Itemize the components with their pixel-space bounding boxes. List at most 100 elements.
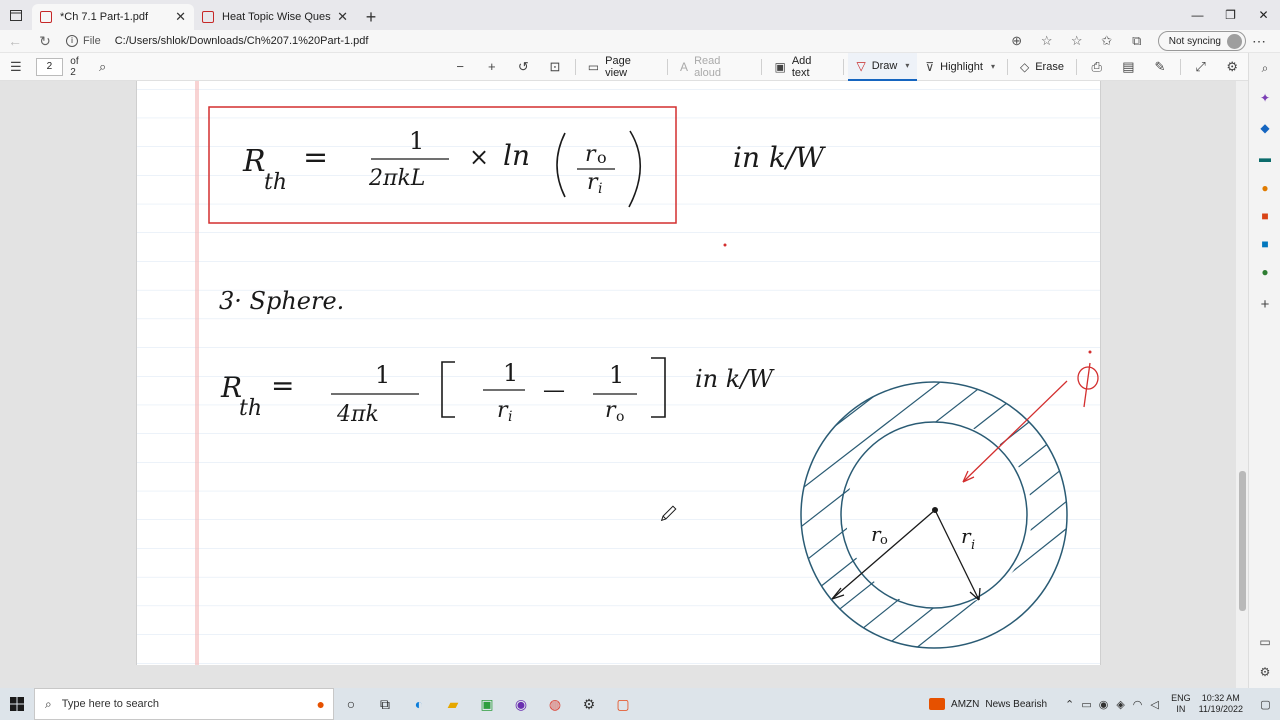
more-menu-icon[interactable]: ⋯	[1246, 33, 1272, 50]
fullscreen-icon[interactable]: ⤢	[1185, 59, 1217, 75]
back-icon[interactable]: ←	[0, 33, 30, 49]
url-field[interactable]: i File C:/Users/shlok/Downloads/Ch%207.1…	[66, 35, 368, 47]
collections-icon[interactable]: ⧉	[1122, 33, 1152, 49]
tab-actions-icon[interactable]	[0, 0, 32, 30]
refresh-icon[interactable]: ↻	[30, 33, 60, 50]
favorites-icon[interactable]: ✩	[1092, 33, 1122, 49]
vertical-scrollbar[interactable]	[1236, 81, 1248, 688]
info-icon[interactable]: i	[66, 35, 78, 47]
close-icon[interactable]: ✕	[337, 9, 348, 25]
find-icon[interactable]: ⌕	[87, 59, 119, 75]
speaker-icon[interactable]: ◁	[1146, 698, 1163, 711]
settings-icon[interactable]: ⚙	[572, 688, 606, 720]
draw-button[interactable]: ▽ Draw ▾	[848, 52, 918, 81]
eq2-term1-num: 1	[503, 359, 518, 387]
erase-button[interactable]: ◇ Erase	[1012, 53, 1072, 81]
clock[interactable]: 10:32 AM 11/19/2022	[1199, 693, 1243, 715]
games-icon[interactable]: ●	[1249, 181, 1280, 195]
news-text: News Bearish	[985, 698, 1048, 710]
add-text-icon: ▣	[774, 59, 786, 74]
pdf-toolbar: ☰ 2 of 2 ⌕ − + ↺ ⊡ ▭ Page view A Read al…	[0, 52, 1248, 81]
display-icon[interactable]: ▭	[1078, 698, 1095, 711]
chevron-up-icon[interactable]: ⌃	[1061, 698, 1078, 711]
wifi-icon[interactable]: ◠	[1129, 698, 1146, 711]
discover-icon[interactable]: ✦	[1249, 91, 1280, 105]
tab-ch71[interactable]: *Ch 7.1 Part-1.pdf ✕	[32, 4, 194, 30]
recorder-icon[interactable]: ▢	[606, 688, 640, 720]
eq1-ratio-den-sub: i	[598, 181, 602, 197]
file-explorer-icon[interactable]: ▰	[436, 688, 470, 720]
print-icon[interactable]: ⎙	[1081, 59, 1113, 75]
restore-icon[interactable]: ❐	[1214, 0, 1247, 30]
zoom-icon[interactable]: ⊕	[1002, 33, 1032, 49]
add-sidebar-app-icon[interactable]: +	[1249, 296, 1280, 313]
fit-page-icon[interactable]: ⊡	[539, 59, 571, 75]
close-icon[interactable]: ✕	[175, 9, 186, 25]
spotify-icon[interactable]: ●	[1249, 265, 1280, 279]
url-text[interactable]: C:/Users/shlok/Downloads/Ch%207.1%20Part…	[115, 35, 369, 47]
eq2-term1-den-sub: i	[508, 409, 512, 425]
zoom-out-icon[interactable]: −	[444, 59, 476, 74]
eq2-numerator: 1	[375, 361, 390, 389]
close-window-icon[interactable]: ✕	[1247, 0, 1280, 30]
address-actions: ⊕ ☆ ☆ ✩ ⧉ Not syncing ⋯	[1002, 30, 1272, 52]
contents-icon[interactable]: ☰	[0, 59, 32, 75]
eq1-denominator: 2πkL	[368, 166, 425, 191]
task-view-icon[interactable]: ⧉	[368, 688, 402, 720]
news-widget[interactable]: AMZN News Bearish	[929, 698, 1047, 710]
tab-heat-questions[interactable]: Heat Topic Wise Questions.pdf ✕	[194, 4, 356, 30]
window-controls: — ❐ ✕	[1181, 0, 1280, 30]
start-button[interactable]	[0, 688, 34, 720]
tab-label: Heat Topic Wise Questions.pdf	[222, 11, 331, 23]
highlight-button[interactable]: ⊽ Highlight ▾	[917, 53, 1003, 81]
save-as-icon[interactable]: ✎	[1144, 59, 1176, 75]
chevron-down-icon[interactable]: ▾	[991, 62, 995, 71]
read-aloud-button[interactable]: A Read aloud	[672, 53, 757, 81]
rotate-icon[interactable]: ↺	[508, 59, 540, 75]
tools-icon[interactable]: ▬	[1249, 151, 1280, 165]
page-view-button[interactable]: ▭ Page view	[580, 53, 663, 81]
camtasia-icon[interactable]: ▣	[470, 688, 504, 720]
camera-icon[interactable]: ◉	[1095, 698, 1112, 711]
notifications-icon[interactable]: ▢	[1257, 698, 1274, 711]
document-viewer[interactable]: R th = 1 2πkL × ln r o r i in k/W 3· Sph…	[0, 81, 1248, 688]
settings-gear-icon[interactable]: ⚙	[1216, 59, 1248, 75]
search-icon[interactable]: ⌕	[1249, 61, 1280, 76]
cortana-icon[interactable]: ○	[334, 688, 368, 720]
chrome-icon[interactable]: ◍	[538, 688, 572, 720]
sidebar-layout-icon[interactable]: ▭	[1249, 635, 1280, 649]
audio-app-icon[interactable]: ◉	[504, 688, 538, 720]
page-number-input[interactable]: 2	[35, 57, 64, 76]
stocks-icon	[929, 698, 946, 710]
scrollbar-thumb[interactable]	[1239, 471, 1246, 611]
eq1-times: ×	[469, 143, 489, 171]
chevron-down-icon[interactable]: ▾	[905, 61, 909, 70]
address-bar: ← ↻ i File C:/Users/shlok/Downloads/Ch%2…	[0, 30, 1280, 52]
add-text-button[interactable]: ▣ Add text	[766, 53, 839, 81]
language-indicator[interactable]: ENG IN	[1171, 693, 1191, 715]
tracking-icon[interactable]: ☆	[1032, 33, 1062, 49]
page-total: of 2	[70, 55, 79, 78]
eq1-lhs: R	[242, 144, 266, 179]
taskbar-search-input[interactable]: ⌕ Type here to search ●	[34, 688, 334, 720]
avatar	[1227, 33, 1242, 49]
shield-icon[interactable]: ◈	[1112, 698, 1129, 711]
pdf-page[interactable]: R th = 1 2πkL × ln r o r i in k/W 3· Sph…	[136, 81, 1101, 681]
draw-icon: ▽	[856, 58, 866, 73]
eq2-denominator: 4πk	[336, 402, 379, 427]
tab-bar: *Ch 7.1 Part-1.pdf ✕ Heat Topic Wise Que…	[0, 0, 1280, 30]
shopping-icon[interactable]: ◆	[1249, 121, 1280, 135]
favorite-star-icon[interactable]: ☆	[1062, 33, 1092, 49]
sidebar-settings-icon[interactable]: ⚙	[1249, 665, 1280, 679]
pdf-icon	[202, 11, 214, 23]
office-icon[interactable]: ■	[1249, 209, 1280, 223]
outlook-icon[interactable]: ■	[1249, 237, 1280, 251]
save-icon[interactable]: ▤	[1113, 59, 1145, 75]
edge-icon[interactable]: ◐	[402, 688, 436, 720]
new-tab-button[interactable]: +	[356, 4, 386, 30]
sync-button[interactable]: Not syncing	[1157, 31, 1246, 51]
minimize-icon[interactable]: —	[1181, 0, 1214, 30]
zoom-in-icon[interactable]: +	[476, 59, 508, 74]
read-aloud-label: Read aloud	[694, 54, 721, 79]
page-canvas: R th = 1 2πkL × ln r o r i in k/W 3· Sph…	[137, 81, 1100, 681]
